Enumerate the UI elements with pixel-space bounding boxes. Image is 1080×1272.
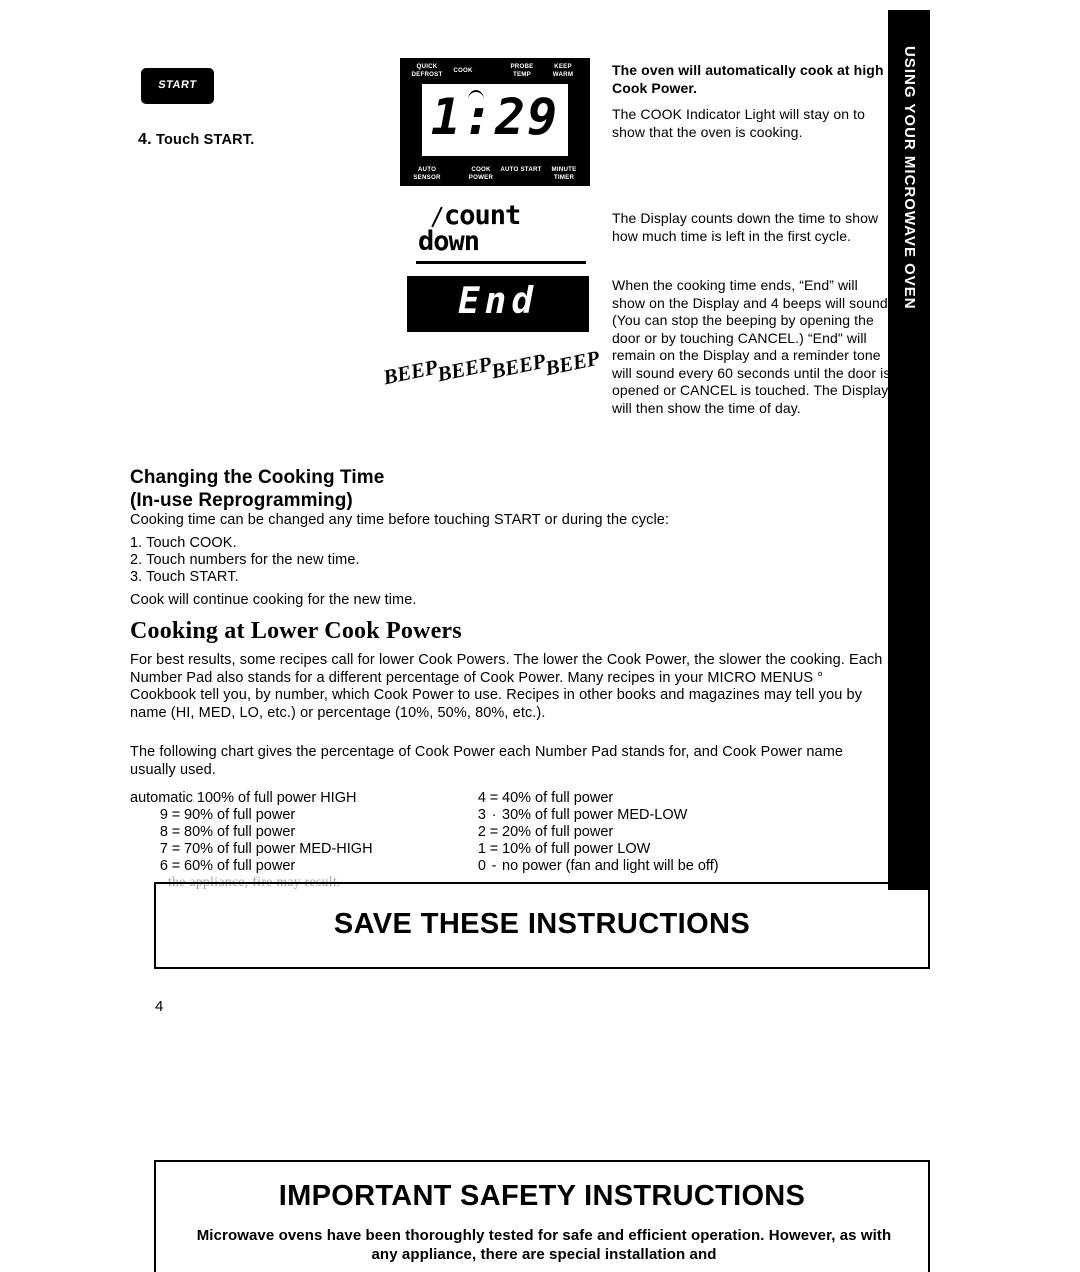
right-paragraph-4: When the cooking time ends, “End” will s… [612,277,892,416]
power-chart-text: no power (fan and light will be off) [502,858,719,874]
start-key-graphic: START [141,68,214,104]
power-chart-pad: 4 [477,790,486,806]
save-box-top-rule [154,882,926,884]
power-chart-pad: 9 [159,807,168,823]
power-chart-left-column: automatic 100% of full power HIGH 9 = 90% … [130,790,480,875]
power-chart-pad: 3 [477,807,486,823]
save-instructions-title: SAVE THESE INSTRUCTIONS [333,908,751,940]
right-paragraph-2: The COOK Indicator Light will stay on to… [612,106,865,140]
power-chart-text: 20% of full power [502,824,614,840]
power-chart-text: 60% of full power [184,858,296,874]
power-chart-row: 0- no power (fan and light will be off) [472,858,872,875]
power-chart-text: 10% of full power LOW [502,841,651,857]
changing-step-1: 1. Touch COOK. [130,535,237,551]
side-tab: USING YOUR MICROWAVE OVEN [888,10,930,890]
power-chart-row: 4 = 40% of full power [472,790,872,807]
heading-line-1: Changing the Cooking Time [130,467,385,488]
step-4-number: 4. [138,131,152,148]
power-chart-row: 6 = 60% of full power [130,858,480,875]
power-chart-right-column: 4 = 40% of full power 3 · 30% of full power … [472,790,872,875]
changing-closing: Cook will continue cooking for the new t… [130,592,417,608]
power-chart-row: 8 = 80% of full power [130,824,480,841]
power-chart-eq: = [489,841,499,857]
power-chart-pad: 2 [477,824,486,840]
panel-label-minute-timer: MINUTE TIMER [551,166,577,181]
countdown-graphic: count down [408,200,588,266]
lcd-value: 1:29 [430,88,560,146]
end-display-value: End [457,281,539,322]
safety-instructions-box: IMPORTANT SAFETY INSTRUCTIONS Microwave … [154,1160,930,1272]
power-chart-pad: 1 [477,841,486,857]
power-chart-text: 30% of full power MED-LOW [502,807,688,823]
power-chart-eq: - [491,858,497,874]
changing-intro: Cooking time can be changed any time bef… [130,512,670,528]
panel-label-cook-power: COOK POWER [468,166,494,181]
beep-word: BEEP [543,345,602,381]
power-chart-row: 7 = 70% of full power MED-HIGH [130,841,480,858]
countdown-slash-icon [431,206,443,228]
lower-powers-paragraph-1: For best results, some recipes call for … [130,652,883,721]
end-display-graphic: End [407,276,589,332]
power-chart-text: 90% of full power [184,807,296,823]
panel-label-cook: COOK [453,67,473,74]
save-instructions-box: SAVE THESE INSTRUCTIONS [154,882,930,969]
countdown-underline [416,261,586,264]
step-4-text: Touch START. [155,132,255,148]
side-tab-label: USING YOUR MICROWAVE OVEN [901,46,918,310]
power-chart-eq: = [171,824,181,840]
lower-powers-paragraph-2: The following chart gives the percentage… [130,744,844,778]
power-chart-eq: = [171,841,181,857]
power-chart-pad: 6 [159,858,168,874]
beep-word: BEEP [435,351,494,387]
power-chart-row: 1 = 10% of full power LOW [472,841,872,858]
page-number: 4 [155,998,164,1015]
right-paragraph-3: The Display counts down the time to show… [612,210,879,244]
start-key-label: START [157,79,198,91]
power-chart-pad: 0 [477,858,486,874]
power-chart-text: 40% of full power [502,790,614,806]
power-chart-text: 80% of full power [184,824,296,840]
control-panel-graphic: QUICK DEFROST COOK PROBE TEMP KEEP WARM … [400,58,590,186]
power-chart-row: automatic 100% of full power HIGH [130,790,357,806]
step-4: 4. Touch START. [138,131,255,149]
safety-instructions-subtitle: Microwave ovens have been thoroughly tes… [196,1227,892,1263]
power-chart-eq: = [171,807,181,823]
beep-graphic: BEEP BEEP BEEP BEEP [381,345,603,390]
panel-label-auto-start: AUTO START [500,166,542,173]
power-chart-eq: · [491,807,497,823]
countdown-line-2: down [418,226,480,257]
changing-step-3: 3. Touch START. [130,569,239,585]
right-paragraph-1: The oven will automatically cook at high… [612,62,884,96]
power-chart-eq: = [489,790,499,806]
manual-page: USING YOUR MICROWAVE OVEN START 4. Touch… [0,0,1080,1272]
heading-line-2: (In-use Reprogramming) [130,490,353,511]
safety-instructions-title: IMPORTANT SAFETY INSTRUCTIONS [278,1180,806,1212]
power-chart-eq: = [171,858,181,874]
power-chart-pad: 7 [159,841,168,857]
section-heading-lower-powers: Cooking at Lower Cook Powers [130,618,462,644]
changing-step-2: 2. Touch numbers for the new time. [130,552,360,568]
panel-label-auto-sensor: AUTO SENSOR [413,166,441,181]
power-chart-pad: 8 [159,824,168,840]
beep-word: BEEP [489,348,548,384]
panel-label-keep-warm: KEEP WARM [552,63,574,78]
panel-label-probe-temp: PROBE TEMP [510,63,534,78]
power-chart-text: 70% of full power MED-HIGH [184,841,373,857]
power-chart-row: 9 = 90% of full power [130,807,480,824]
beep-word: BEEP [381,354,440,390]
display-lcd: 1:29 [422,84,568,156]
panel-label-quick-defrost: QUICK DEFROST [411,63,443,78]
power-chart-eq: = [489,824,499,840]
power-chart-row: 3 · 30% of full power MED-LOW [472,807,872,824]
power-chart-row: 2 = 20% of full power [472,824,872,841]
section-heading-changing: Changing the Cooking Time (In-use Reprog… [130,466,560,512]
